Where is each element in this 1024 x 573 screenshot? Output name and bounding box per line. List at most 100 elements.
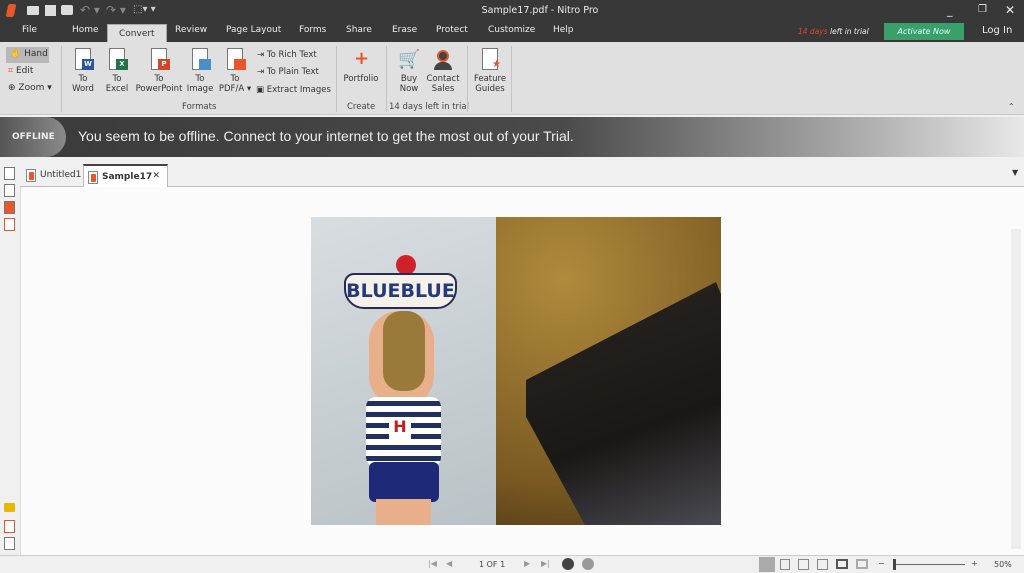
window-title: Sample17.pdf - Nitro Pro bbox=[481, 5, 599, 16]
zoom-label: Zoom bbox=[18, 83, 45, 93]
extract-images-button[interactable]: ▣ Extract Images bbox=[256, 85, 331, 95]
tab-protect[interactable]: Protect bbox=[436, 25, 468, 35]
zoom-out-button[interactable]: − bbox=[878, 559, 885, 568]
attachments-icon[interactable] bbox=[4, 520, 15, 533]
continuous-facing-icon[interactable] bbox=[817, 559, 828, 570]
previous-page-button[interactable]: ◀ bbox=[446, 559, 452, 568]
log-in-button[interactable]: Log In bbox=[982, 25, 1012, 36]
to-image-button[interactable]: To Image bbox=[185, 48, 215, 94]
minimize-button[interactable]: _ bbox=[947, 4, 953, 17]
bookmarks-icon[interactable] bbox=[4, 201, 15, 214]
security-icon[interactable] bbox=[4, 218, 15, 231]
feature-guides-icon: ★ bbox=[479, 48, 501, 72]
hand-tool-button[interactable]: ✋ Hand bbox=[6, 47, 49, 63]
vertical-scrollbar[interactable] bbox=[1011, 229, 1021, 549]
tab-customize[interactable]: Customize bbox=[488, 25, 535, 35]
last-page-button[interactable]: ▶| bbox=[541, 559, 550, 568]
excel-icon: X bbox=[116, 59, 128, 70]
to-pdfa-button[interactable]: To PDF/A ▾ bbox=[217, 48, 253, 94]
portfolio-icon: + bbox=[354, 48, 370, 69]
page-indicator[interactable]: 1 OF 1 bbox=[479, 560, 505, 569]
next-page-button[interactable]: ▶ bbox=[524, 559, 530, 568]
back-view-button[interactable] bbox=[562, 558, 574, 570]
tab-forms[interactable]: Forms bbox=[299, 25, 326, 35]
zoom-in-button[interactable]: + bbox=[971, 559, 978, 568]
powerpoint-icon: P bbox=[158, 59, 170, 70]
tab-erase[interactable]: Erase bbox=[392, 25, 417, 35]
label: Contact bbox=[426, 74, 460, 84]
pages-icon[interactable] bbox=[4, 167, 15, 180]
ribbon: ✋ Hand ⌗ Edit ⊕ Zoom ▾ W To Word X To Exce… bbox=[0, 42, 1024, 115]
trial-notice: 14 days left in trial bbox=[798, 27, 869, 36]
separator bbox=[511, 46, 512, 112]
tab-sample17[interactable]: Sample17 ✕ bbox=[83, 164, 168, 187]
output-icon[interactable] bbox=[4, 537, 15, 550]
trial-days: 14 days bbox=[798, 27, 828, 36]
portfolio-button[interactable]: + Portfolio bbox=[340, 48, 382, 85]
offline-badge: OFFLINE bbox=[0, 117, 66, 157]
tab-untitled1[interactable]: Untitled1 bbox=[22, 164, 82, 187]
pdf-page-image: BLUEBLUE H bbox=[311, 217, 721, 525]
contact-sales-button[interactable]: Contact Sales bbox=[424, 48, 462, 94]
tabs-dropdown-icon[interactable]: ▼ bbox=[1012, 168, 1018, 177]
label: Image bbox=[186, 84, 214, 94]
to-powerpoint-button[interactable]: P To PowerPoint bbox=[133, 48, 185, 94]
zoom-tool-button[interactable]: ⊕ Zoom ▾ bbox=[8, 83, 52, 93]
tab-page-layout[interactable]: Page Layout bbox=[226, 25, 281, 35]
collapse-ribbon-icon[interactable]: ⌃ bbox=[1008, 102, 1015, 111]
first-page-button[interactable]: |◀ bbox=[428, 559, 437, 568]
zoom-slider-thumb[interactable] bbox=[893, 559, 896, 570]
menu-bar: File Home Convert Review Page Layout For… bbox=[0, 22, 1024, 43]
tab-share[interactable]: Share bbox=[346, 25, 372, 35]
edit-tool-button[interactable]: ⌗ Edit bbox=[8, 66, 33, 76]
presentation-icon[interactable] bbox=[856, 559, 868, 569]
tab-review[interactable]: Review bbox=[175, 25, 207, 35]
tab-file[interactable]: File bbox=[22, 25, 37, 35]
trial-rest: left in trial bbox=[830, 27, 869, 36]
label: Sample17 bbox=[102, 172, 153, 182]
label: PDF/A ▾ bbox=[218, 84, 252, 94]
single-page-view-button[interactable] bbox=[759, 557, 775, 572]
extract-images-icon: ▣ bbox=[256, 85, 265, 95]
to-excel-button[interactable]: X To Excel bbox=[102, 48, 132, 94]
comments-icon[interactable] bbox=[4, 503, 15, 512]
label: To bbox=[195, 74, 205, 84]
separator bbox=[467, 46, 468, 112]
activate-now-button[interactable]: Activate Now bbox=[884, 23, 964, 40]
zoom-level: 50% bbox=[994, 560, 1012, 569]
plain-text-icon: ⇥ bbox=[257, 67, 265, 77]
trial-group-label: 14 days left in trial bbox=[389, 102, 469, 112]
tab-convert[interactable]: Convert bbox=[107, 24, 167, 43]
close-tab-icon[interactable]: ✕ bbox=[152, 171, 160, 181]
tab-home[interactable]: Home bbox=[72, 25, 99, 35]
cutout-figure: BLUEBLUE H bbox=[341, 255, 471, 525]
label: Portfolio bbox=[343, 74, 379, 84]
word-icon: W bbox=[82, 59, 94, 70]
to-rich-text-button[interactable]: ⇥ To Rich Text bbox=[257, 50, 317, 60]
offline-message: You seem to be offline. Connect to your … bbox=[78, 128, 574, 144]
label: To Rich Text bbox=[266, 50, 317, 60]
create-group-label: Create bbox=[347, 102, 376, 112]
pdfa-icon bbox=[234, 59, 246, 70]
headset-icon bbox=[432, 48, 454, 72]
close-button[interactable]: ✕ bbox=[1005, 3, 1015, 17]
separator bbox=[386, 46, 387, 112]
label: Buy bbox=[400, 74, 418, 84]
fullscreen-icon[interactable] bbox=[836, 559, 848, 569]
shirt-letter: H bbox=[389, 417, 411, 441]
continuous-view-icon[interactable] bbox=[780, 559, 790, 570]
offline-banner: OFFLINE You seem to be offline. Connect … bbox=[0, 117, 1024, 157]
search-pages-icon[interactable] bbox=[4, 184, 15, 197]
pdf-icon bbox=[26, 169, 36, 182]
tab-help[interactable]: Help bbox=[553, 25, 574, 35]
to-plain-text-button[interactable]: ⇥ To Plain Text bbox=[257, 67, 319, 77]
feature-guides-button[interactable]: ★ Feature Guides bbox=[472, 48, 508, 94]
restore-button[interactable]: ❐ bbox=[978, 4, 987, 15]
title-bar: ↶ ▾ ↷ ▾ ⬚▾ ▾ Sample17.pdf - Nitro Pro _ … bbox=[0, 0, 1024, 22]
to-word-button[interactable]: W To Word bbox=[68, 48, 98, 94]
forward-view-button[interactable] bbox=[582, 558, 594, 570]
facing-view-icon[interactable] bbox=[798, 559, 809, 570]
left-panel bbox=[0, 160, 20, 555]
buy-now-button[interactable]: 🛒 Buy Now bbox=[394, 48, 424, 94]
zoom-slider[interactable] bbox=[893, 559, 965, 570]
